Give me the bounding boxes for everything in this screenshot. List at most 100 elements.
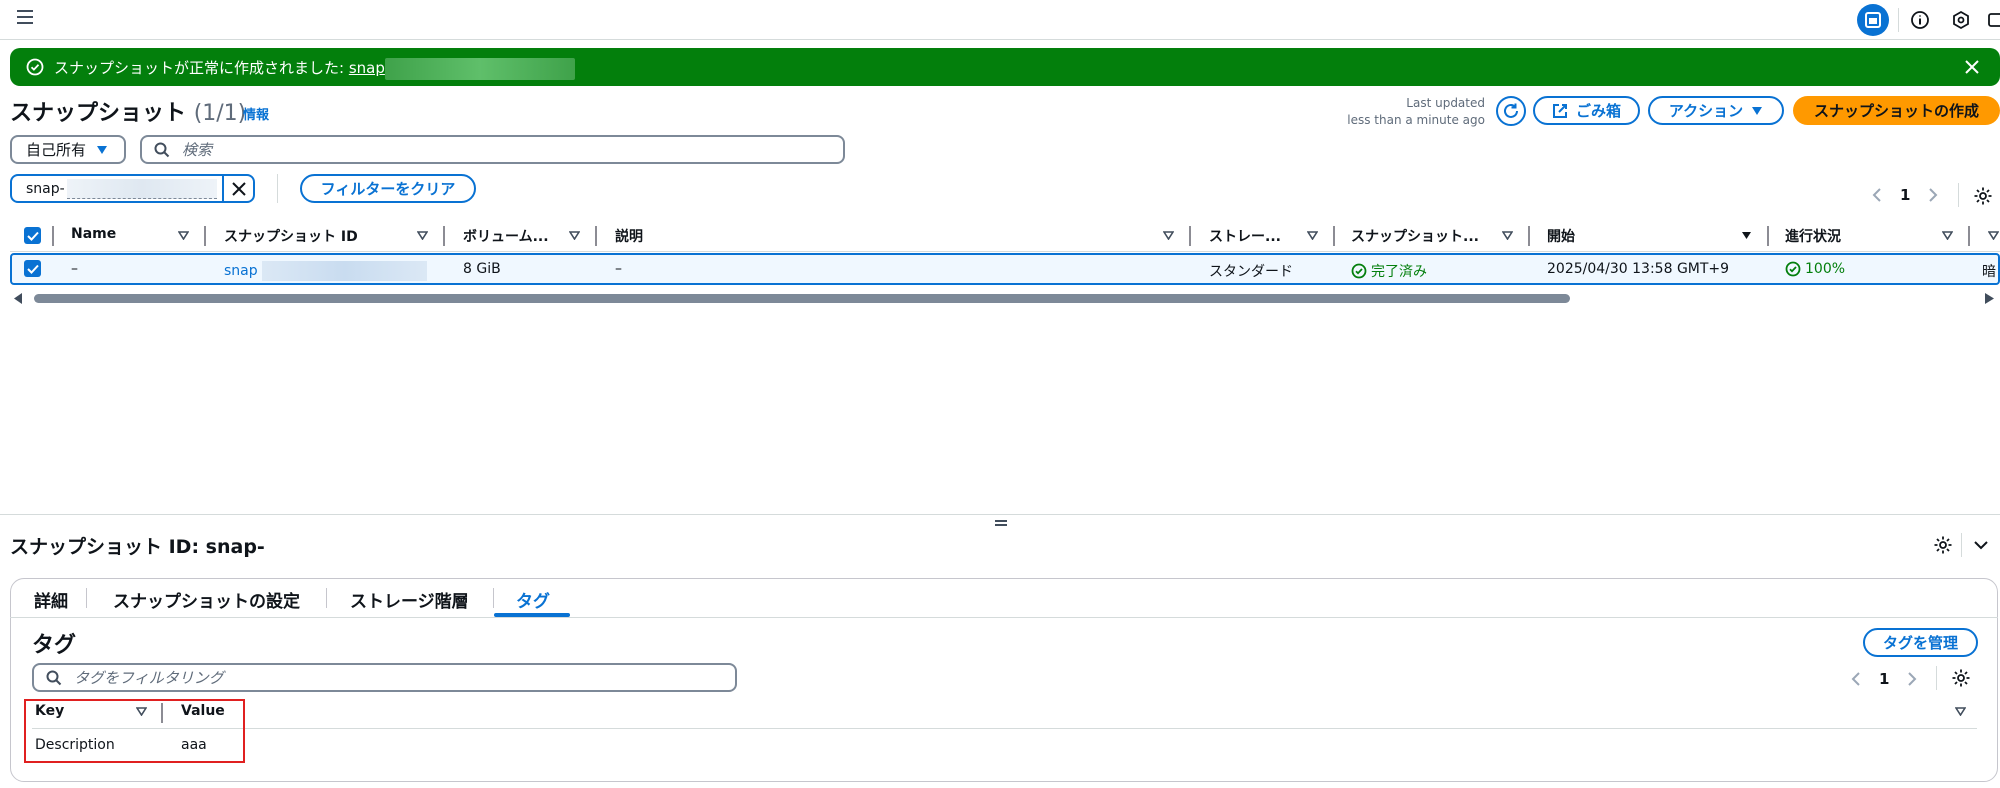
settings-icon[interactable] [1973, 186, 1993, 206]
external-link-icon [1552, 103, 1567, 118]
manage-tags-button[interactable]: タグを管理 [1863, 628, 1978, 657]
filter-divider [277, 174, 278, 203]
column-header-name[interactable]: Name [71, 226, 116, 242]
column-header-snapshot-status[interactable]: スナップショット... [1351, 226, 1479, 246]
scroll-right-icon[interactable] [1985, 293, 1994, 304]
panel-divider [1961, 533, 1962, 557]
flash-snapshot-link[interactable]: snap [349, 59, 385, 77]
cell-description: – [615, 261, 622, 277]
column-separator[interactable] [204, 226, 206, 246]
recycle-bin-button[interactable]: ごみ箱 [1533, 96, 1640, 125]
cell-name: – [71, 261, 78, 277]
chevron-left-icon[interactable] [1872, 187, 1882, 203]
table-header-border [32, 728, 1977, 729]
table-header: Name スナップショット ID ボリューム... 説明 ストレー... スナッ… [10, 222, 2000, 252]
settings-icon[interactable] [1951, 668, 1971, 688]
tab-bar: 詳細 スナップショットの設定 ストレージ階層 タグ [10, 578, 1998, 618]
sort-icon[interactable] [1955, 707, 1966, 716]
chevron-down-icon[interactable] [1973, 538, 1989, 552]
owner-select[interactable]: 自己所有 [10, 135, 126, 164]
snapshot-id-link[interactable]: snap [224, 263, 258, 279]
panel-icon[interactable] [1857, 4, 1889, 36]
column-header-storage-tier[interactable]: ストレー... [1209, 226, 1281, 246]
remove-filter-button[interactable] [222, 176, 253, 201]
progress-text: 100% [1805, 261, 1846, 277]
status-text: 完了済み [1371, 264, 1427, 280]
cell-volume-size: 8 GiB [463, 261, 501, 277]
clear-filters-button[interactable]: フィルターをクリア [300, 174, 476, 203]
column-header-progress[interactable]: 進行状況 [1785, 226, 1841, 246]
scrollbar-thumb[interactable] [34, 294, 1570, 303]
column-separator[interactable] [1767, 226, 1769, 246]
column-separator[interactable] [595, 226, 597, 246]
cell-status: 完了済み [1351, 261, 1427, 281]
refresh-button[interactable] [1496, 96, 1526, 126]
resize-handle-icon[interactable] [994, 518, 1008, 528]
tab-tags[interactable]: タグ [516, 587, 550, 612]
cell-started: 2025/04/30 13:58 GMT+9 [1547, 261, 1730, 277]
tab-snapshot-settings[interactable]: スナップショットの設定 [113, 587, 300, 612]
column-header-volume-size[interactable]: ボリューム... [463, 226, 549, 246]
menu-icon[interactable] [16, 9, 38, 29]
sort-icon[interactable] [569, 231, 580, 240]
sort-icon[interactable] [1988, 231, 1999, 240]
owner-select-value: 自己所有 [26, 141, 87, 159]
page-number[interactable]: 1 [1900, 186, 1910, 204]
redacted-id [261, 261, 427, 281]
cell-progress: 100% [1785, 261, 1845, 277]
actions-dropdown-button[interactable]: アクション [1648, 96, 1784, 125]
tag-filter-input[interactable]: タグをフィルタリング [32, 663, 737, 692]
close-icon [231, 181, 246, 196]
filter-token-value[interactable]: snap- [12, 178, 222, 199]
flash-message: スナップショットが正常に作成されました: snap [54, 57, 575, 80]
status-success-icon [1351, 263, 1367, 279]
close-icon[interactable] [1963, 58, 1981, 76]
split-panel-divider[interactable] [0, 514, 2000, 515]
pager-divider [1936, 666, 1937, 690]
chevron-right-icon[interactable] [1907, 671, 1917, 687]
refresh-icon [1504, 103, 1518, 118]
search-input[interactable]: 検索 [140, 135, 845, 164]
success-flash-banner: スナップショットが正常に作成されました: snap [10, 48, 2000, 86]
tag-filter-placeholder: タグをフィルタリング [74, 669, 224, 687]
page-number[interactable]: 1 [1879, 670, 1889, 688]
redacted-id [384, 57, 575, 80]
column-separator[interactable] [1528, 226, 1530, 246]
create-snapshot-button[interactable]: スナップショットの作成 [1793, 96, 2000, 125]
cell-snapshot-id[interactable]: snap [224, 261, 427, 281]
sort-icon[interactable] [178, 231, 189, 240]
column-header-started[interactable]: 開始 [1547, 226, 1575, 246]
settings-icon[interactable] [1933, 535, 1953, 555]
sort-icon[interactable] [1942, 231, 1953, 240]
tab-storage-tier[interactable]: ストレージ階層 [350, 587, 469, 612]
column-separator[interactable] [1968, 226, 1970, 246]
top-navigation [0, 0, 2000, 40]
caret-down-icon [1752, 106, 1763, 115]
detail-panel-title: スナップショット ID: snap- [10, 536, 265, 558]
sort-icon[interactable] [1163, 231, 1174, 240]
scroll-left-icon[interactable] [14, 293, 23, 304]
sort-icon[interactable] [1502, 231, 1513, 240]
window-icon[interactable] [1988, 8, 2000, 32]
selection-count: (1/1) [193, 101, 247, 126]
column-header-snapshot-id[interactable]: スナップショット ID [224, 226, 358, 246]
info-icon[interactable] [1908, 8, 1932, 32]
column-separator[interactable] [443, 226, 445, 246]
select-all-checkbox[interactable] [24, 227, 41, 244]
sort-descending-icon[interactable] [1741, 231, 1752, 240]
column-separator[interactable] [1189, 226, 1191, 246]
sort-icon[interactable] [1307, 231, 1318, 240]
info-link[interactable]: 情報 [243, 104, 269, 123]
column-separator[interactable] [1333, 226, 1335, 246]
tab-details[interactable]: 詳細 [34, 587, 68, 612]
chevron-right-icon[interactable] [1928, 187, 1938, 203]
tab-separator [86, 588, 87, 608]
column-header-description[interactable]: 説明 [615, 226, 643, 246]
hexagon-icon[interactable] [1949, 8, 1973, 32]
row-checkbox[interactable] [24, 260, 41, 277]
horizontal-scrollbar[interactable] [10, 291, 2000, 305]
chevron-left-icon[interactable] [1851, 671, 1861, 687]
table-row[interactable]: – snap 8 GiB – スタンダード 完了済み 2025/04/30 13… [10, 253, 2000, 285]
actions-label: アクション [1668, 102, 1744, 120]
sort-icon[interactable] [417, 231, 428, 240]
